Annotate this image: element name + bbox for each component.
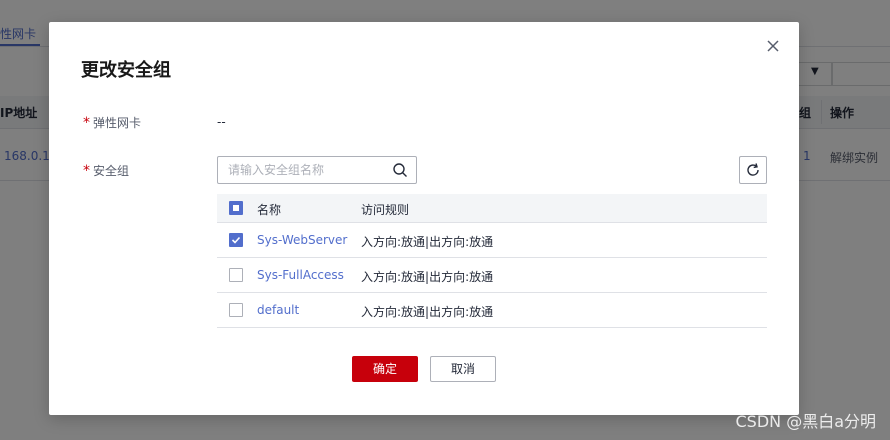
row-checkbox[interactable] [229,303,243,317]
search-input[interactable] [228,160,378,180]
close-icon[interactable] [765,38,781,54]
refresh-button[interactable] [739,156,767,184]
checkmark-icon [231,236,241,244]
table-row[interactable]: Sys-FullAccess 入方向:放通|出方向:放通 [217,258,767,293]
security-group-label-text: 安全组 [93,164,130,178]
refresh-icon [747,163,759,176]
eni-value: -- [217,115,226,129]
security-group-search [217,156,417,184]
access-rule: 入方向:放通|出方向:放通 [361,270,494,284]
row-checkbox[interactable] [229,233,243,247]
change-security-group-dialog: 更改安全组 *弹性网卡 -- *安全组 名称 访问规则 Sys-WebServe… [49,22,799,415]
security-group-name[interactable]: Sys-WebServer [257,233,347,247]
search-icon[interactable] [392,162,408,178]
table-header: 名称 访问规则 [217,194,767,223]
security-group-table: 名称 访问规则 Sys-WebServer 入方向:放通|出方向:放通 Sys-… [217,194,767,328]
column-name: 名称 [257,203,282,217]
security-group-name[interactable]: Sys-FullAccess [257,268,344,282]
cancel-button[interactable]: 取消 [430,356,496,382]
confirm-button[interactable]: 确定 [352,356,418,382]
table-row[interactable]: default 入方向:放通|出方向:放通 [217,293,767,328]
required-mark: * [83,115,90,131]
dialog-title: 更改安全组 [81,60,171,81]
watermark: CSDN @黑白a分明 [735,412,876,431]
select-all-checkbox[interactable] [229,201,243,215]
eni-field-label: * 弹性网卡 [83,114,141,131]
table-row[interactable]: Sys-WebServer 入方向:放通|出方向:放通 [217,223,767,258]
eni-label-text: 弹性网卡 [93,116,142,130]
security-group-name[interactable]: default [257,303,299,317]
access-rule: 入方向:放通|出方向:放通 [361,305,494,319]
row-checkbox[interactable] [229,268,243,282]
required-mark: * [83,163,90,179]
column-access-rule: 访问规则 [361,203,410,217]
security-group-field-label: * 安全组 [83,162,129,179]
access-rule: 入方向:放通|出方向:放通 [361,235,494,249]
